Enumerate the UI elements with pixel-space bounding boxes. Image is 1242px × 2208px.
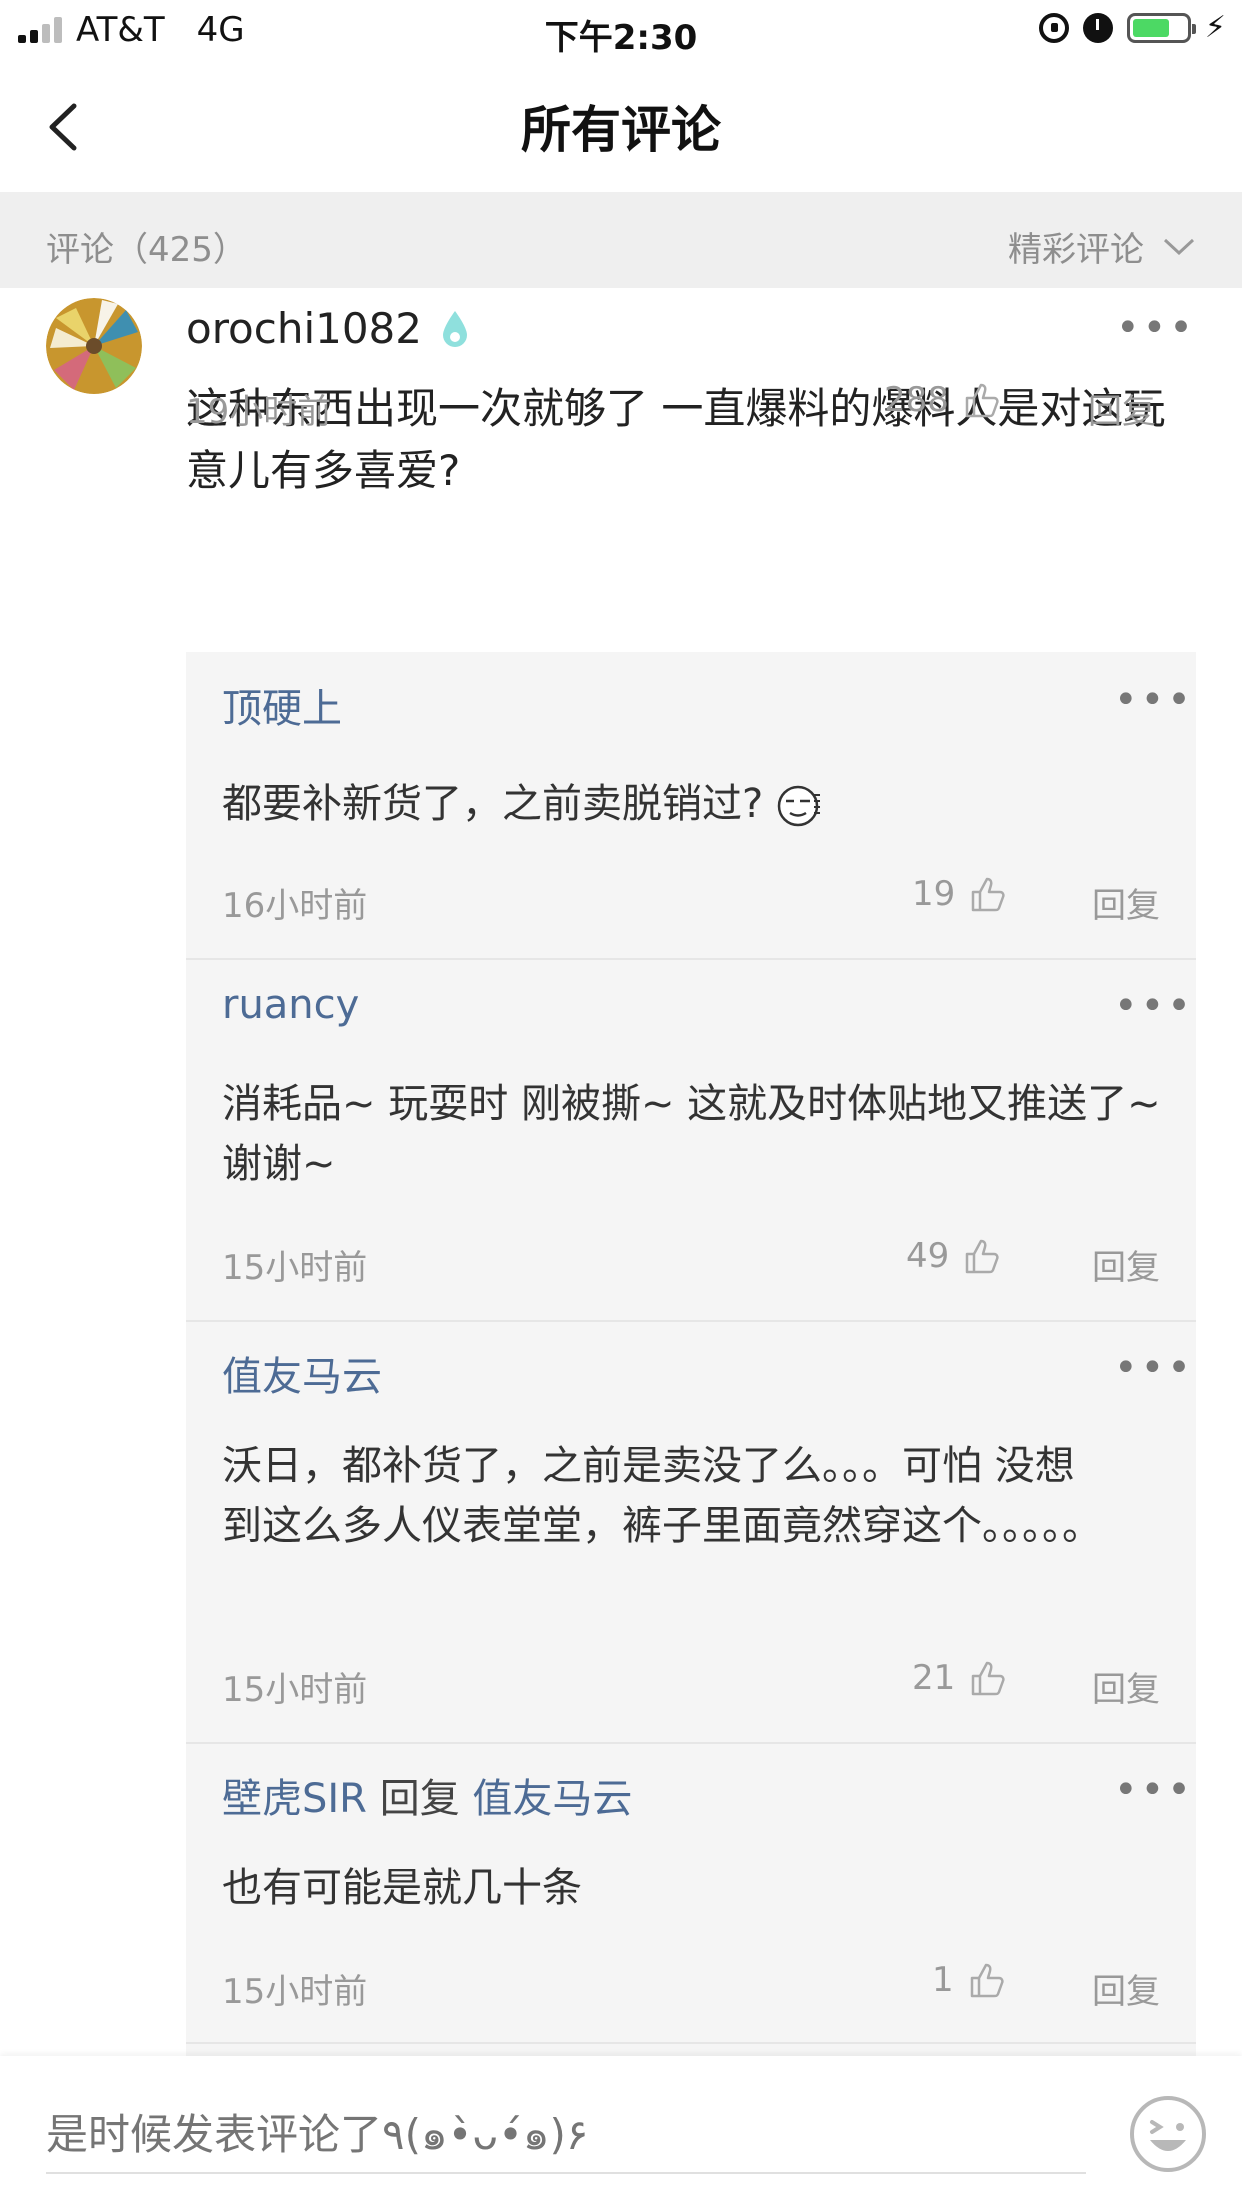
like-button[interactable]: 21: [912, 1658, 1007, 1698]
reply-text: 沃日，都补货了，之前是卖没了么。。。可怕 没想到这么多人仪表堂堂，裤子里面竟然穿…: [222, 1443, 1102, 1549]
like-count: 1: [932, 1960, 954, 2000]
comment-input-bar: [0, 2056, 1242, 2208]
reply-author-name[interactable]: 壁虎SIR: [222, 1776, 367, 1822]
battery-icon: [1126, 12, 1196, 43]
like-button[interactable]: 288: [884, 380, 1001, 420]
like-button[interactable]: 19: [912, 874, 1007, 914]
reply-time: 16小时前: [222, 886, 368, 926]
status-bar: AT&T 4G 下午2:30 ⚡: [0, 0, 1242, 64]
thumbs-up-icon: [970, 1963, 1004, 1998]
reply-button[interactable]: 回复: [1092, 1964, 1160, 2013]
more-dots-icon[interactable]: •••: [1114, 680, 1194, 720]
meme-face-icon: [777, 785, 820, 827]
reply-item: 值友马云 ••• 沃日，都补货了，之前是卖没了么。。。可怕 没想到这么多人仪表堂…: [186, 1320, 1196, 1744]
reply-thread: 顶硬上 ••• 都要补新货了，之前卖脱销过? 16小时前 19 回复 ruanc…: [186, 652, 1196, 2072]
page-title: 所有评论: [521, 101, 721, 159]
reply-text: 消耗品~ 玩耍时 刚被撕~ 这就及时体贴地又推送了~ 谢谢~: [222, 1081, 1161, 1187]
reply-text: 也有可能是就几十条: [222, 1865, 582, 1911]
like-count: 19: [912, 874, 956, 914]
level-drop-icon: [443, 310, 468, 347]
comment-count: 评论（425）: [46, 230, 247, 270]
status-right: ⚡: [1038, 10, 1226, 45]
reply-author[interactable]: 值友马云: [222, 1344, 382, 1402]
reply-to-name[interactable]: 值友马云: [472, 1776, 632, 1822]
reply-author[interactable]: 顶硬上: [222, 676, 342, 734]
more-dots-icon[interactable]: •••: [1114, 1770, 1194, 1810]
reply-time: 15小时前: [222, 1248, 368, 1288]
sort-label: 精彩评论: [1008, 230, 1144, 270]
like-count: 288: [884, 380, 949, 420]
reply-item: ruancy ••• 消耗品~ 玩耍时 刚被撕~ 这就及时体贴地又推送了~ 谢谢…: [186, 958, 1196, 1322]
reply-author[interactable]: ruancy: [222, 982, 359, 1028]
comment-input[interactable]: [46, 2096, 1086, 2174]
nav-bar: 所有评论: [0, 64, 1242, 194]
reply-button[interactable]: 回复: [1092, 1240, 1160, 1289]
reply-item: 壁虎SIR 回复 值友马云 ••• 也有可能是就几十条 15小时前 1 回复: [186, 1742, 1196, 2044]
comment-text: 这种东西出现一次就够了 一直爆料的爆料人是对这玩意儿有多喜爱?: [186, 384, 1166, 495]
like-button[interactable]: 1: [932, 1960, 1006, 2000]
thumbs-up-icon: [965, 383, 999, 418]
sort-dropdown[interactable]: 精彩评论: [1008, 222, 1196, 271]
alarm-icon: [1082, 12, 1113, 43]
reply-author: 壁虎SIR 回复 值友马云: [222, 1766, 632, 1824]
more-dots-icon[interactable]: •••: [1114, 1348, 1194, 1388]
reply-time: 15小时前: [222, 1972, 368, 2012]
like-count: 21: [912, 1658, 956, 1698]
thumbs-up-icon: [966, 1239, 999, 1274]
comment-author[interactable]: orochi1082: [186, 304, 470, 353]
like-count: 49: [906, 1236, 950, 1276]
thumbs-up-icon: [972, 877, 1005, 912]
orientation-lock-icon: [1038, 12, 1069, 43]
reply-button[interactable]: 回复: [1092, 1662, 1160, 1711]
more-dots-icon[interactable]: •••: [1114, 986, 1194, 1026]
avatar[interactable]: [46, 298, 142, 394]
reply-button[interactable]: 回复: [1092, 878, 1160, 927]
reply-to-word: 回复: [379, 1776, 460, 1822]
more-dots-icon[interactable]: •••: [1116, 308, 1196, 348]
comments-section-header: 评论（425） 精彩评论: [0, 192, 1242, 288]
like-button[interactable]: 49: [906, 1236, 1001, 1276]
comment-time: 19小时前: [186, 392, 332, 432]
reply-time: 15小时前: [222, 1670, 368, 1710]
thumbs-up-icon: [972, 1661, 1005, 1696]
reply-item: 顶硬上 ••• 都要补新货了，之前卖脱销过? 16小时前 19 回复: [186, 652, 1196, 960]
author-name: orochi1082: [186, 304, 423, 353]
chevron-down-icon: [1163, 238, 1195, 255]
reply-button[interactable]: 回复: [1088, 384, 1156, 433]
reply-text: 都要补新货了，之前卖脱销过?: [222, 774, 1172, 834]
charging-icon: ⚡: [1204, 10, 1226, 45]
emoji-face-icon[interactable]: [1128, 2094, 1208, 2174]
